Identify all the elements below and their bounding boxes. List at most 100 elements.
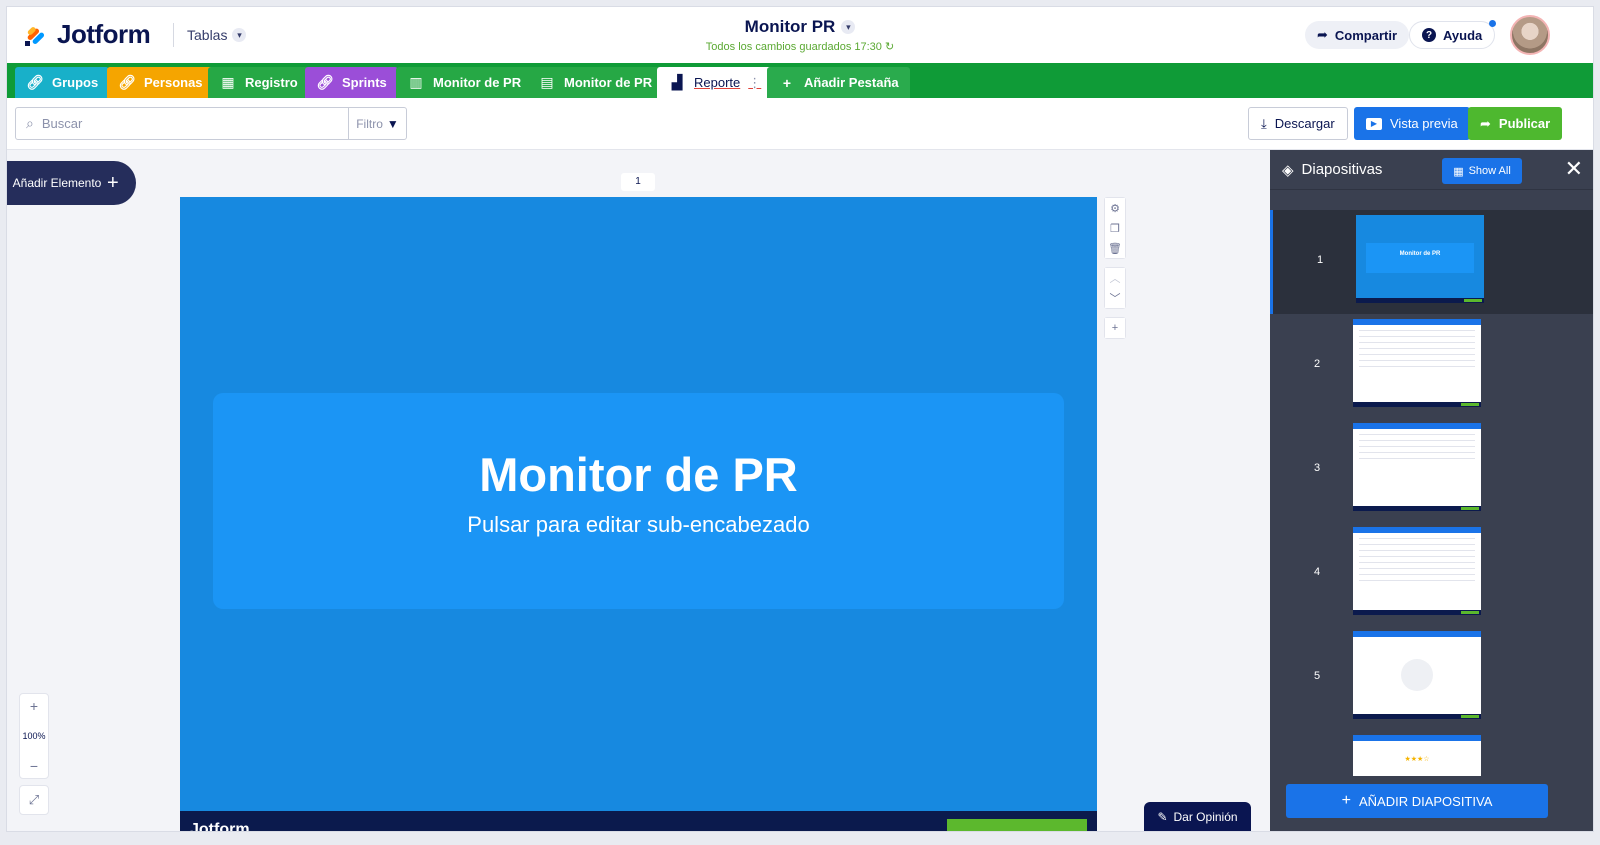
slide-footer: Jotform [180,811,1097,832]
tab-personas[interactable]: 🔗︎ Personas [107,67,214,98]
tab-sprints[interactable]: 🔗︎ Sprints [305,67,398,98]
thumbnail-image [1353,319,1481,407]
top-bar: Jotform Tablas ▾ Monitor PR ▾ Todos los … [7,7,1593,64]
more-vertical-icon[interactable]: ⋮ [748,75,761,91]
show-all-label: Show All [1468,165,1511,177]
layers-icon: ◈ [1282,161,1294,179]
plus-icon: + [782,74,792,91]
tab-label: Monitor de PR [564,75,653,90]
tab-registro[interactable]: ▦ Registro [208,67,309,98]
feedback-icon: ✎ [1157,810,1168,824]
preview-button[interactable]: ▶ Vista previa [1354,107,1470,140]
publish-label: Publicar [1498,116,1551,131]
trash-icon[interactable]: 🗑︎ [1105,238,1125,258]
gear-icon[interactable]: ⚙ [1105,198,1125,218]
panel-title: Diapositivas [1301,161,1383,178]
slide-canvas[interactable]: Monitor de PR Pulsar para editar sub-enc… [180,197,1097,832]
chevron-up-icon[interactable]: ︿ [1105,268,1125,288]
chevron-down-icon[interactable]: ﹀ [1105,288,1125,308]
filter-label: Filtro [356,116,383,131]
thumbnail-item[interactable]: 1 Monitor de PR [1270,210,1593,314]
thumbnail-image: ★★★☆ [1353,735,1481,776]
add-tab-button[interactable]: + Añadir Pestaña [767,67,910,98]
tab-label: Monitor de PR [433,75,522,90]
link-icon: 🔗︎ [26,74,44,90]
thumbnail-image: Monitor de PR [1356,215,1484,303]
feedback-button[interactable]: ✎ Dar Opinión [1144,802,1251,831]
duplicate-icon[interactable]: ❐ [1105,218,1125,238]
link-icon: 🔗︎ [316,74,334,90]
calendar-icon: ▤ [540,74,554,90]
zoom-in-icon[interactable]: + [30,698,38,714]
star-rating-icon: ★★★☆ [1404,756,1430,763]
report-icon: ▟ [671,74,683,90]
slide-add: + [1104,317,1126,339]
tab-reporte[interactable]: ▟ Reporte ⋮ [657,67,773,98]
thumbnail-number: 2 [1314,358,1321,370]
thumbnail-item[interactable]: 2 [1270,314,1593,418]
help-button[interactable]: ? Ayuda [1409,20,1497,49]
tab-monitor-calendar[interactable]: ▤ Monitor de PR [527,67,664,98]
download-icon: ⤓ [1261,115,1267,131]
thumbnail-image [1353,631,1481,719]
tab-monitor-board[interactable]: ▥ Monitor de PR [396,67,533,98]
plus-icon: + [107,171,119,194]
tab-grupos[interactable]: 🔗︎ Grupos [15,67,110,98]
add-slide-label: AÑADIR DIAPOSITIVA [1358,793,1493,809]
thumbnail-item[interactable]: ★★★☆ [1270,730,1593,776]
share-label: Compartir [1334,27,1398,43]
thumbnail-image [1353,527,1481,615]
share-arrow-icon: ➦ [1317,27,1328,42]
footer-button [947,819,1087,831]
tab-bar: 🔗︎ Grupos 🔗︎ Personas ▦ Registro 🔗︎ Spri… [7,63,1593,98]
publish-button[interactable]: ➦ Publicar [1468,107,1563,140]
tab-label: Registro [245,75,298,90]
link-icon: 🔗︎ [118,74,136,90]
slide-number: 1 [621,173,655,191]
thumbnail-item[interactable]: 4 [1270,522,1593,626]
zoom-level: 100% [22,731,46,741]
thumbnail-title: Monitor de PR [1366,243,1474,273]
feedback-label: Dar Opinión [1173,810,1238,824]
filter-button[interactable]: Filtro ▼ [348,108,406,139]
add-element-button[interactable]: Añadir Elemento + [7,161,136,205]
zoom-control: + 100% − [19,693,49,779]
thumbnail-item[interactable]: 3 [1270,418,1593,522]
tab-label: Reporte [694,75,741,90]
close-icon[interactable]: ✕ [1565,158,1583,180]
preview-label: Vista previa [1390,116,1458,131]
download-label: Descargar [1274,116,1335,131]
play-icon: ▶ [1366,117,1382,130]
tab-label: Grupos [52,75,99,90]
tab-label: Personas [144,75,203,90]
slide-title[interactable]: Monitor de PR [213,447,1064,502]
form-title: Monitor PR [744,17,836,36]
slide-subtitle[interactable]: Pulsar para editar sub-encabezado [213,512,1064,538]
user-avatar[interactable] [1510,15,1550,55]
search-input[interactable] [41,108,348,139]
slide-header-block[interactable]: Monitor de PR Pulsar para editar sub-enc… [213,393,1064,609]
slides-panel: ◈ Diapositivas ▦ Show All ✕ 1 Monitor de… [1270,150,1593,831]
chevron-down-icon: ▾ [841,20,856,34]
show-all-button[interactable]: ▦ Show All [1442,158,1522,184]
zoom-out-icon[interactable]: − [30,758,38,774]
add-slide-button[interactable]: + AÑADIR DIAPOSITIVA [1286,784,1548,818]
grid-icon: ▦ [1453,165,1464,178]
fullscreen-icon[interactable]: ⤢ [19,785,49,815]
board-icon: ▥ [409,74,423,90]
tab-label: Añadir Pestaña [804,75,899,90]
thumbnail-number: 3 [1314,462,1321,474]
form-title-dropdown[interactable]: Monitor PR ▾ [745,17,856,37]
plus-icon: + [1341,792,1351,809]
thumbnail-image [1353,423,1481,511]
share-arrow-icon: ➦ [1480,115,1491,131]
thumbnail-item[interactable]: 5 [1270,626,1593,730]
plus-icon[interactable]: + [1105,318,1125,338]
share-button[interactable]: ➦ Compartir [1305,21,1410,49]
app-frame: Jotform Tablas ▾ Monitor PR ▾ Todos los … [6,6,1594,832]
footer-logo: Jotform [190,821,250,832]
search-icon: ⌕ [26,115,34,131]
thumbnail-number: 1 [1317,254,1324,266]
funnel-icon: ▼ [386,116,399,131]
download-button[interactable]: ⤓ Descargar [1248,107,1348,140]
